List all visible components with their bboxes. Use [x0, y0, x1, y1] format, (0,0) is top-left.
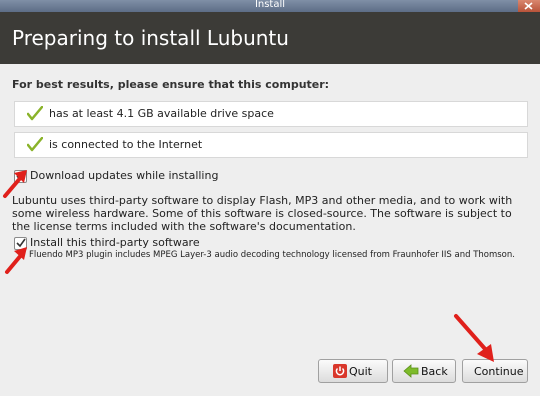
quit-label: Quit — [349, 365, 372, 378]
third-party-label: Install this third-party software — [30, 236, 200, 249]
requirement-disk-space: has at least 4.1 GB available drive spac… — [14, 101, 528, 127]
requirements-heading: For best results, please ensure that thi… — [12, 78, 330, 91]
annotation-arrow-icon — [5, 247, 27, 274]
back-label: Back — [421, 365, 448, 378]
installer-header: Preparing to install Lubuntu — [0, 12, 540, 64]
page-title: Preparing to install Lubuntu — [12, 26, 289, 50]
annotation-arrow-icon — [454, 314, 494, 362]
back-arrow-icon — [403, 364, 419, 378]
requirement-label: is connected to the Internet — [49, 138, 203, 151]
close-icon — [524, 2, 533, 10]
requirement-internet: is connected to the Internet — [14, 132, 528, 158]
third-party-note: Fluendo MP3 plugin includes MPEG Layer-3… — [29, 250, 515, 260]
window-close-button[interactable] — [518, 0, 540, 12]
checkmark-icon — [27, 106, 43, 121]
checkmark-icon — [27, 137, 43, 152]
annotation-arrow-icon — [3, 170, 27, 198]
power-icon — [333, 364, 347, 378]
quit-button[interactable]: Quit — [318, 359, 388, 383]
requirement-label: has at least 4.1 GB available drive spac… — [49, 107, 274, 120]
window-title: Install — [254, 0, 286, 10]
window-titlebar: Install — [0, 0, 540, 12]
download-updates-label: Download updates while installing — [30, 169, 219, 182]
third-party-description: Lubuntu uses third-party software to dis… — [12, 194, 513, 233]
